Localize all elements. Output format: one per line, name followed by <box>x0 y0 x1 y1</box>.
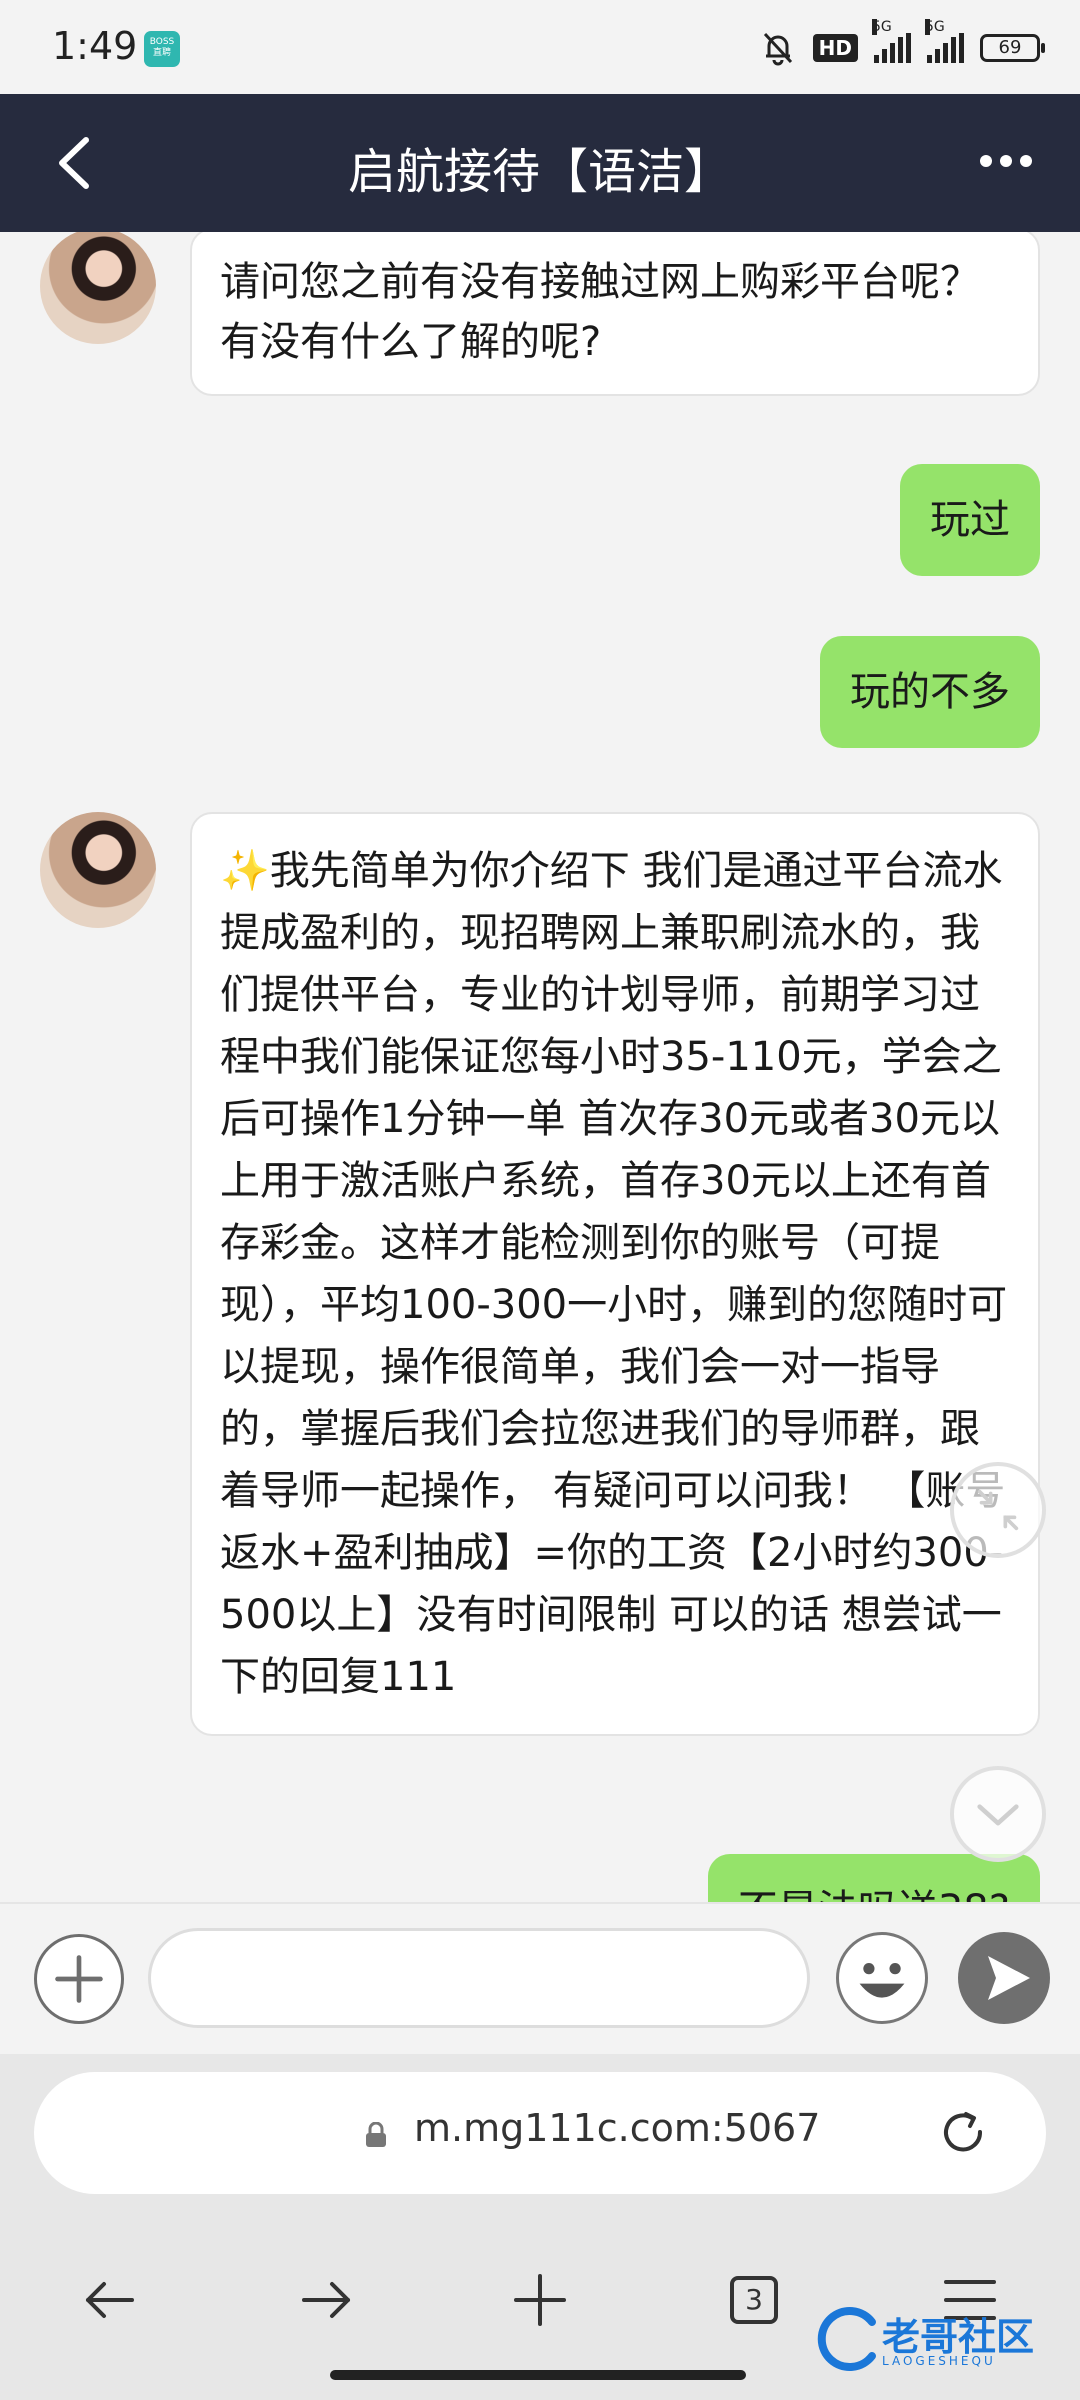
send-icon[interactable] <box>958 1932 1050 2024</box>
avatar[interactable] <box>40 232 156 344</box>
collapse-icon[interactable] <box>950 1462 1046 1558</box>
browser-address-area: m.mg111c.com:5067 <box>0 2054 1080 2234</box>
more-options-icon[interactable] <box>978 146 1034 176</box>
message-input[interactable] <box>148 1928 810 2028</box>
message-bubble-incoming[interactable]: 请问您之前有没有接触过网上购彩平台呢？ 有没有什么了解的呢? <box>190 232 1040 396</box>
chat-title: 启航接待【语洁】 <box>347 144 732 200</box>
dragon-logo-icon <box>817 2307 876 2371</box>
status-bar: 1:49 BOSS 直聘 HD 5G 5G 69 <box>0 0 1080 94</box>
status-time: 1:49 <box>52 24 138 68</box>
chat-header: 启航接待【语洁】 <box>0 94 1080 232</box>
status-icons: HD 5G 5G 69 <box>759 19 1045 72</box>
lock-icon <box>366 2122 386 2147</box>
boss-app-icon: BOSS 直聘 <box>144 31 180 67</box>
tabs-button[interactable]: 3 <box>718 2264 790 2336</box>
watermark-subtext: LAOGESHEQU <box>882 2354 996 2368</box>
avatar[interactable] <box>40 812 156 928</box>
hd-badge: HD <box>812 34 858 62</box>
watermark-text: 老哥社区 <box>882 2315 1035 2359</box>
back-icon[interactable] <box>74 2264 146 2336</box>
signal-icon: 5G <box>925 19 964 63</box>
input-bar <box>0 1902 1080 2054</box>
home-indicator[interactable] <box>330 2370 746 2380</box>
message-bubble-outgoing[interactable]: 玩的不多 <box>820 636 1040 748</box>
forward-icon[interactable] <box>290 2264 362 2336</box>
plus-icon[interactable] <box>34 1934 124 2024</box>
signal-icon: 5G <box>872 19 911 63</box>
message-bubble-outgoing[interactable]: 玩过 <box>900 464 1040 576</box>
tab-count: 3 <box>730 2276 778 2324</box>
scroll-down-icon[interactable] <box>950 1766 1046 1862</box>
bell-muted-icon <box>763 32 792 66</box>
address-bar[interactable]: m.mg111c.com:5067 <box>34 2072 1046 2194</box>
message-list[interactable]: 请问您之前有没有接触过网上购彩平台呢？ 有没有什么了解的呢? 玩过 玩的不多 ✨… <box>0 232 1080 1902</box>
new-tab-icon[interactable] <box>504 2264 576 2336</box>
url-text[interactable]: m.mg111c.com:5067 <box>414 2106 820 2150</box>
battery-icon: 69 <box>980 34 1045 62</box>
reload-icon[interactable] <box>936 2106 992 2162</box>
message-bubble-incoming[interactable]: ✨我先简单为你介绍下 我们是通过平台流水提成盈利的，现招聘网上兼职刷流水的，我们… <box>190 812 1040 1736</box>
watermark-logo: 老哥社区 LAOGESHEQU <box>812 2300 1062 2380</box>
emoji-icon[interactable] <box>836 1932 928 2024</box>
